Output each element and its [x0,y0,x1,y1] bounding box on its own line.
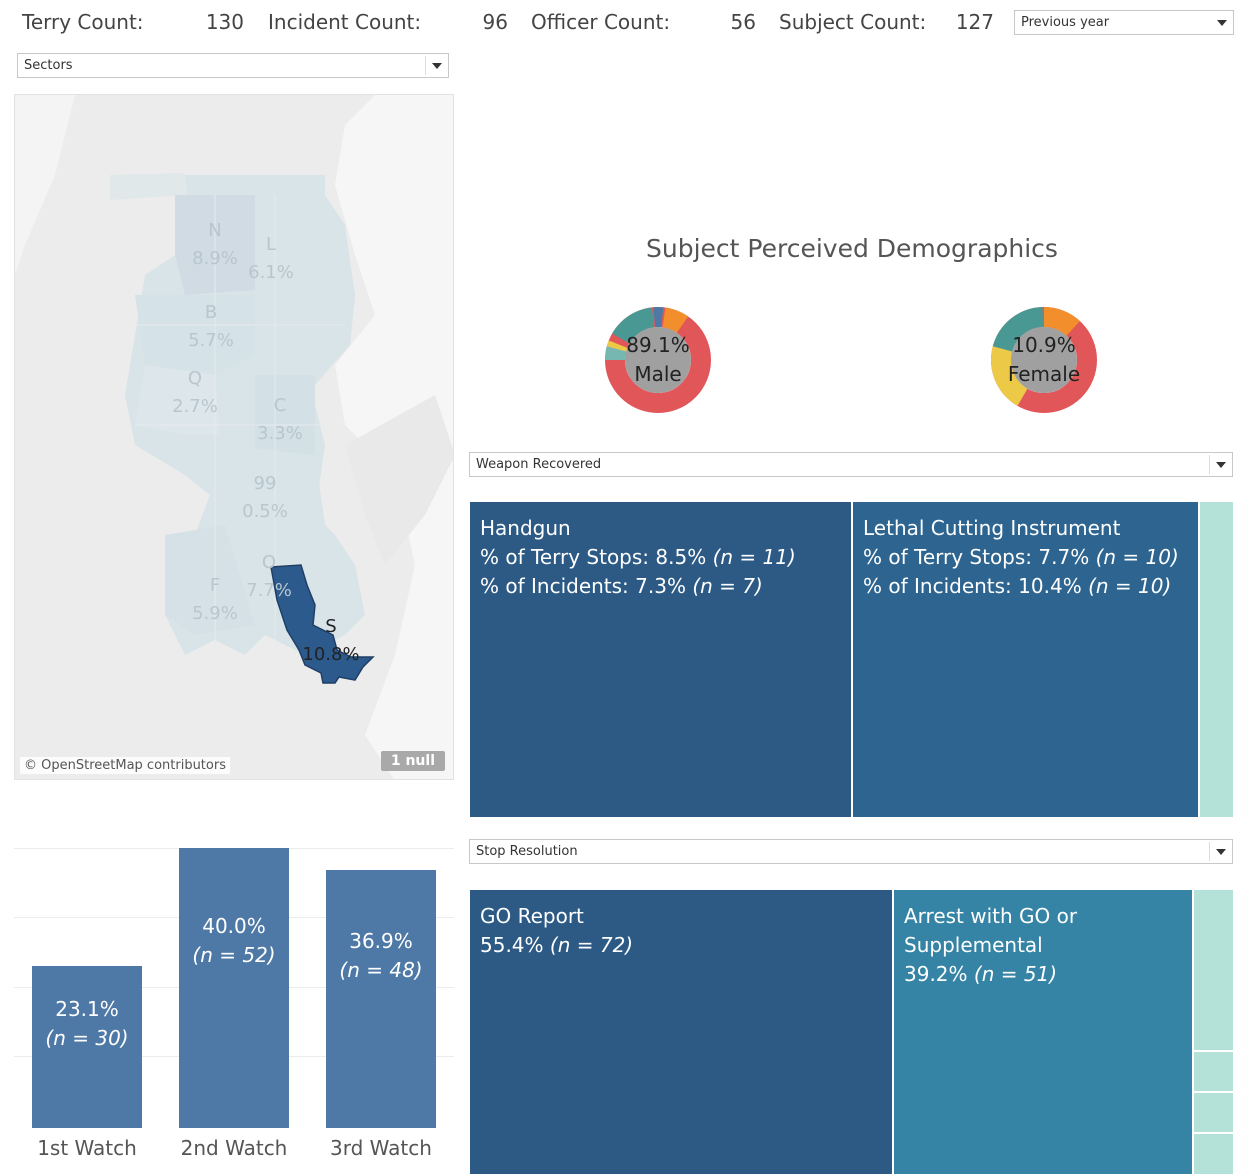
chevron-down-icon [1216,462,1226,468]
map-attribution[interactable]: © OpenStreetMap contributors [20,757,230,774]
weapon-dropdown-value: Weapon Recovered [476,457,602,472]
demographics-title: Subject Perceived Demographics [646,234,1058,263]
dropdown-divider [1209,455,1210,474]
bar-2nd-watch[interactable]: 40.0% (n = 52) [179,848,289,1128]
officer-count-label: Officer Count: [531,10,671,34]
bar-data-label: 23.1% (n = 30) [45,996,129,1050]
period-dropdown[interactable]: Previous year [1014,10,1234,35]
geography-dropdown-value: Sectors [24,58,73,73]
male-donut-label: 89.1% Male [626,333,690,386]
resolution-treemap: GO Report 55.4% (n = 72) Arrest with GO … [470,890,1233,1174]
sector-label-n: N 8.9% [192,220,238,269]
sector-label-l: L 6.1% [248,234,294,283]
bar-category-label: 2nd Watch [180,1136,288,1160]
treemap-tile-other[interactable] [1194,1093,1233,1132]
officer-count-value: 56 [730,10,756,34]
bar-3rd-watch[interactable]: 36.9% (n = 48) [326,869,436,1128]
sector-label-q: Q 2.7% [172,368,218,417]
treemap-tile-other[interactable] [1194,890,1233,1050]
terry-count-value: 130 [205,10,244,34]
weapon-dropdown[interactable]: Weapon Recovered [469,452,1233,477]
bar-data-label: 40.0% (n = 52) [192,914,276,967]
terry-count-label: Terry Count: [22,10,144,34]
period-dropdown-value: Previous year [1021,15,1110,30]
sector-s-highlight[interactable] [15,95,454,780]
resolution-dropdown-value: Stop Resolution [476,844,578,859]
sector-label-99: 99 0.5% [242,473,288,522]
treemap-tile-handgun[interactable]: Handgun % of Terry Stops: 8.5% (n = 11) … [470,502,851,817]
treemap-tile-other[interactable] [1194,1134,1233,1174]
dropdown-divider [425,56,426,75]
incident-count-value: 96 [482,10,508,34]
resolution-dropdown[interactable]: Stop Resolution [469,839,1233,864]
treemap-tile-go-report[interactable]: GO Report 55.4% (n = 72) [470,890,892,1174]
sector-label-o: O 7.7% [246,552,292,601]
sector-label-f: F 5.9% [192,575,238,624]
chevron-down-icon [1216,849,1226,855]
incident-count-label: Incident Count: [268,10,422,34]
bar-category-label: 1st Watch [37,1136,137,1160]
geography-dropdown[interactable]: Sectors [17,53,449,78]
bar-1st-watch[interactable]: 23.1% (n = 30) [32,966,142,1128]
treemap-tile-arrest-with-go[interactable]: Arrest with GO or Supplemental 39.2% (n … [894,890,1192,1174]
null-indicator-badge[interactable]: 1 null [380,751,445,771]
chevron-down-icon [432,63,442,69]
subject-count-value: 127 [955,10,994,34]
female-donut-label: 10.9% Female [1007,333,1081,386]
treemap-tile-other[interactable] [1200,502,1233,817]
sector-label-b: B 5.7% [188,302,234,351]
bar-category-label: 3rd Watch [330,1136,432,1160]
sector-label-c: C 3.3% [257,395,303,444]
chevron-down-icon [1217,20,1227,26]
watch-bar-chart: 23.1% (n = 30) 40.0% (n = 52) 36.9% (n = 48… [14,836,454,1128]
treemap-tile-other[interactable] [1194,1052,1233,1091]
dropdown-divider [1209,842,1210,861]
treemap-tile-lethal-cutting-instrument[interactable]: Lethal Cutting Instrument % of Terry Sto… [853,502,1198,817]
subject-count-label: Subject Count: [779,10,927,34]
bar-data-label: 36.9% (n = 48) [339,929,423,983]
sector-map[interactable]: N 8.9% L 6.1% B 5.7% Q 2.7% C 3.3% 99 0.5% F 5.… [14,94,454,780]
weapon-treemap: Handgun % of Terry Stops: 8.5% (n = 11) … [470,502,1233,817]
sector-label-s: S 10.8% [302,616,360,665]
